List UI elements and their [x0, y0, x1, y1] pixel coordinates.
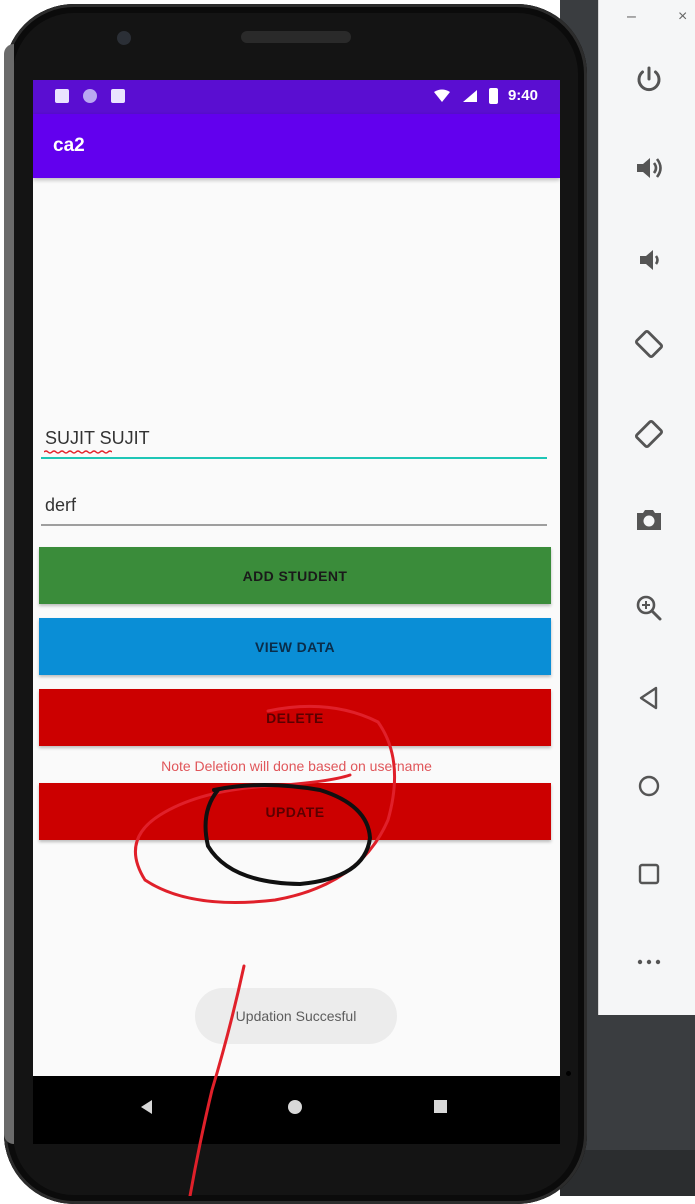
spellcheck-underline: [44, 450, 112, 454]
back-icon: [639, 686, 658, 710]
stray-dot: [566, 1071, 571, 1076]
notification-icon: [55, 89, 69, 103]
update-button[interactable]: UPDATE: [39, 783, 551, 840]
app-bar: ca2: [33, 114, 560, 178]
sd-card-icon: [111, 89, 125, 103]
camera-icon: [637, 510, 661, 530]
status-system: 9:40: [433, 87, 538, 104]
nav-back-icon[interactable]: [141, 1100, 152, 1114]
phone-edge: [4, 44, 14, 1144]
nav-recents-icon[interactable]: [434, 1100, 447, 1113]
more-icon: [637, 959, 661, 965]
overview-button[interactable]: [627, 852, 671, 896]
volume-up-icon: [637, 158, 662, 178]
password-input[interactable]: [43, 490, 542, 520]
front-camera: [117, 31, 131, 45]
back-button[interactable]: [627, 676, 671, 720]
cell-signal-icon: [462, 89, 477, 102]
app-title: ca2: [53, 135, 85, 156]
home-button[interactable]: [627, 764, 671, 808]
navigation-bar: [33, 1076, 560, 1144]
toolbar-window-controls: – ×: [599, 6, 695, 28]
notification-icon: [83, 89, 97, 103]
close-icon[interactable]: ×: [678, 8, 687, 26]
status-bar: 9:40: [33, 80, 560, 114]
password-field[interactable]: [41, 484, 547, 526]
power-button[interactable]: [627, 58, 671, 102]
overview-icon: [638, 863, 660, 885]
volume-up-button[interactable]: [627, 146, 671, 190]
more-button[interactable]: [627, 940, 671, 984]
rotate-left-icon: [634, 329, 664, 359]
name-input[interactable]: [43, 423, 542, 453]
rotate-right-icon: [634, 419, 664, 449]
nav-home-icon[interactable]: [288, 1100, 302, 1114]
volume-down-button[interactable]: [627, 238, 671, 282]
power-icon: [637, 66, 661, 92]
screenshot-button[interactable]: [627, 498, 671, 542]
volume-down-icon: [640, 250, 659, 270]
status-time: 9:40: [507, 87, 538, 104]
wifi-signal-icon: [433, 89, 450, 102]
add-student-button[interactable]: ADD STUDENT: [39, 547, 551, 604]
name-field[interactable]: [41, 417, 547, 459]
rotate-right-button[interactable]: [627, 412, 671, 456]
zoom-icon: [636, 595, 662, 621]
earpiece-speaker: [241, 31, 351, 43]
deletion-note: Note Deletion will done based on usernam…: [161, 758, 432, 774]
home-icon: [638, 775, 660, 797]
rotate-left-button[interactable]: [627, 322, 671, 366]
toast-message: Updation Succesful: [195, 988, 397, 1044]
phone-screen: 9:40 ca2 ADD STUDENT VIEW DATA DELETE No…: [33, 80, 560, 1076]
status-notifications: [55, 89, 125, 103]
view-data-button[interactable]: VIEW DATA: [39, 618, 551, 675]
battery-icon: [488, 87, 498, 104]
minimize-icon[interactable]: –: [627, 8, 636, 26]
zoom-button[interactable]: [627, 586, 671, 630]
delete-button[interactable]: DELETE: [39, 689, 551, 746]
emulator-toolbar: – ×: [598, 0, 695, 1015]
